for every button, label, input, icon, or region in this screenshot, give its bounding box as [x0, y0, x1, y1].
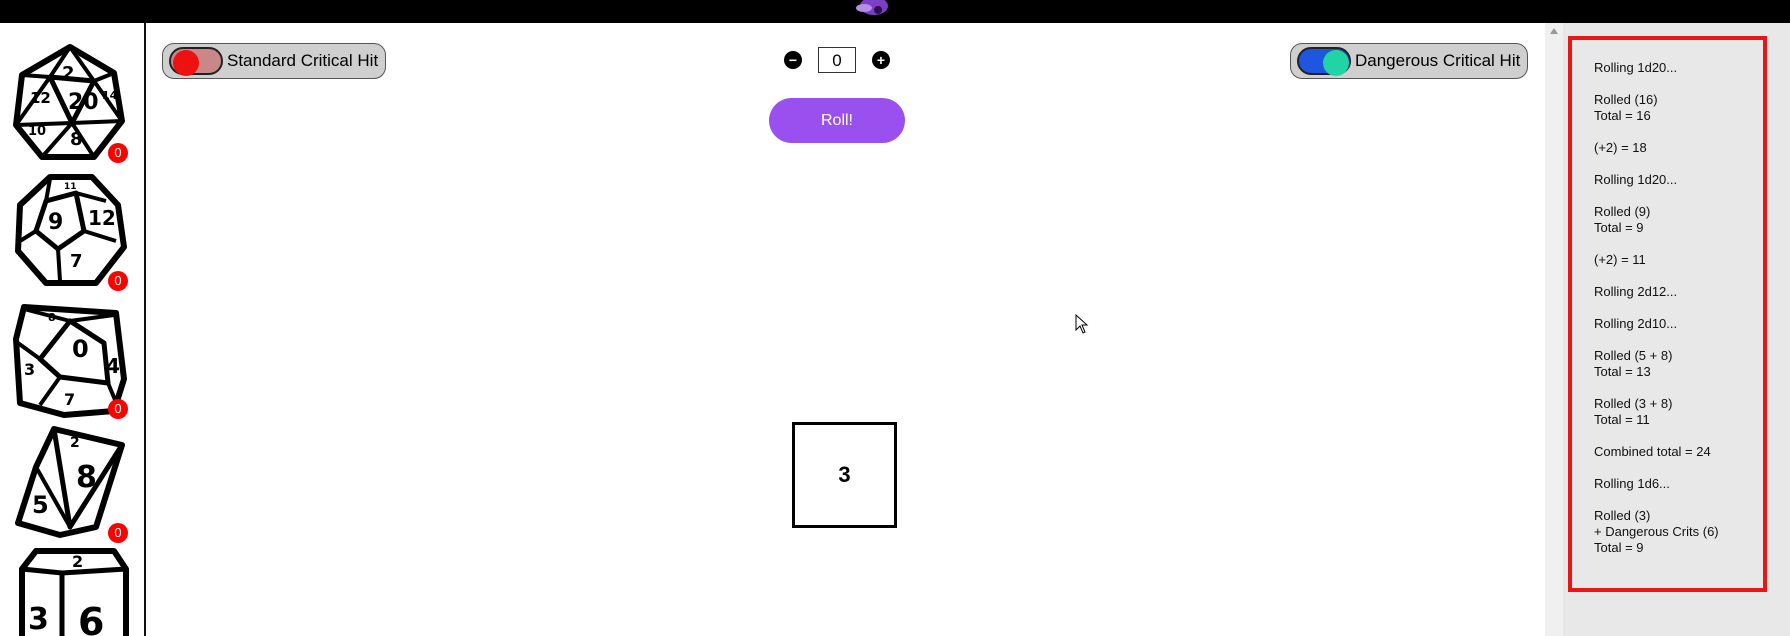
log-line: Total = 16: [1594, 108, 1651, 123]
log-line: Rolling 1d20...: [1594, 172, 1678, 187]
dangerous-crit-toggle[interactable]: Dangerous Critical Hit: [1290, 43, 1528, 79]
d20-face-4: 8: [70, 129, 83, 150]
d6-icon: 3 6 2: [19, 548, 129, 636]
d12-die[interactable]: 9 12 7 11 0: [10, 171, 130, 291]
d8-face-2: 5: [32, 491, 49, 519]
d6-face-2: 6: [78, 600, 104, 636]
log-line: Rolling 2d10...: [1594, 316, 1678, 331]
d20-face-1: 2: [62, 63, 75, 84]
plus-circle-icon[interactable]: +: [872, 51, 890, 69]
d8-face-1: 8: [76, 460, 97, 495]
d10-face-2: 4: [106, 354, 120, 378]
log-line: Total = 13: [1594, 364, 1651, 379]
dangerous-crit-switch[interactable]: [1297, 47, 1351, 76]
d6-face-3: 2: [72, 552, 83, 571]
log-line: Rolling 1d6...: [1594, 476, 1670, 491]
top-bar: [0, 0, 1790, 23]
d20-face-3: 14: [102, 89, 118, 102]
d10-die[interactable]: 0 4 8 3 7 0: [10, 299, 130, 419]
d20-face-2: 20: [68, 90, 99, 115]
log-line: Total = 9: [1594, 220, 1644, 235]
log-entry: Rolling 2d10...: [1594, 316, 1763, 332]
log-entry: Rolled (3) + Dangerous Crits (6) Total = 9: [1594, 508, 1763, 556]
log-line: Rolled (3 + 8): [1594, 396, 1673, 411]
log-entry: Rolling 2d12...: [1594, 284, 1763, 300]
log-line: Rolling 1d20...: [1594, 60, 1678, 75]
dangerous-crit-knob: [1323, 50, 1349, 76]
modifier-input[interactable]: 0: [818, 47, 856, 73]
d6-die[interactable]: 3 6 2: [10, 543, 130, 636]
roll-log: Rolling 1d20... Rolled (16) Total = 16 (+2)…: [1568, 36, 1767, 592]
dice-sidebar: 2 20 14 8 10 12 0 9 12 7 11 0 0 4 8 3 7 …: [0, 23, 146, 636]
log-entry: Rolled (3 + 8) Total = 11: [1594, 396, 1763, 428]
d12-face-2: 12: [88, 206, 116, 230]
log-line: Rolled (5 + 8): [1594, 348, 1673, 363]
d8-face-3: 2: [70, 435, 80, 451]
logo-icon: [856, 0, 888, 15]
log-line: (+2) = 18: [1594, 140, 1647, 155]
minus-circle-icon[interactable]: −: [784, 51, 802, 69]
standard-crit-toggle[interactable]: Standard Critical Hit: [162, 43, 386, 79]
d12-face-3: 7: [70, 251, 83, 272]
log-line: Combined total = 24: [1594, 444, 1711, 459]
log-entry: Rolled (16) Total = 16: [1594, 92, 1763, 124]
d10-face-4: 3: [24, 360, 35, 379]
log-entry: Rolling 1d6...: [1594, 476, 1763, 492]
log-line: + Dangerous Crits (6): [1594, 524, 1719, 539]
d12-face-1: 9: [48, 210, 63, 235]
d20-face-6: 12: [30, 89, 51, 107]
d20-count-badge: 0: [108, 143, 128, 163]
mouse-cursor-icon: [1075, 314, 1089, 334]
d10-count-badge: 0: [108, 399, 128, 419]
d12-count-badge: 0: [108, 271, 128, 291]
log-line: Total = 11: [1594, 412, 1650, 427]
log-line: Rolled (9): [1594, 204, 1651, 219]
scroll-up-icon[interactable]: [1550, 28, 1558, 34]
log-entry: Rolled (9) Total = 9: [1594, 204, 1763, 236]
d10-face-3: 8: [48, 311, 56, 324]
dangerous-crit-label: Dangerous Critical Hit: [1355, 51, 1521, 70]
log-line: Rolled (3): [1594, 508, 1651, 523]
standard-crit-label: Standard Critical Hit: [227, 51, 379, 70]
d10-face-1: 0: [72, 335, 89, 363]
d8-count-badge: 0: [108, 523, 128, 543]
result-die: 3: [792, 422, 897, 528]
log-entry: Rolling 1d20...: [1594, 172, 1763, 188]
roll-button[interactable]: Roll!: [769, 98, 905, 143]
log-line: Total = 9: [1594, 540, 1644, 555]
log-entry: Rolling 1d20...: [1594, 60, 1763, 76]
d12-face-4: 11: [64, 182, 77, 192]
log-entry: (+2) = 11: [1594, 252, 1763, 268]
d20-face-5: 10: [28, 124, 46, 139]
d8-die[interactable]: 8 5 2 0: [10, 423, 130, 543]
standard-crit-switch[interactable]: [169, 47, 223, 76]
standard-crit-knob: [173, 50, 199, 76]
d20-die[interactable]: 2 20 14 8 10 12 0: [10, 43, 130, 163]
d10-face-5: 7: [64, 390, 75, 409]
log-entry: (+2) = 18: [1594, 140, 1763, 156]
d6-face-1: 3: [28, 602, 49, 636]
log-line: (+2) = 11: [1594, 252, 1646, 267]
log-entry: Combined total = 24: [1594, 444, 1763, 460]
log-scrollbar[interactable]: [1545, 23, 1563, 636]
result-value: 3: [838, 462, 851, 487]
log-line: Rolled (16): [1594, 92, 1658, 107]
modifier-stepper: − 0 +: [784, 45, 890, 75]
log-entry: Rolled (5 + 8) Total = 13: [1594, 348, 1763, 380]
log-line: Rolling 2d12...: [1594, 284, 1678, 299]
